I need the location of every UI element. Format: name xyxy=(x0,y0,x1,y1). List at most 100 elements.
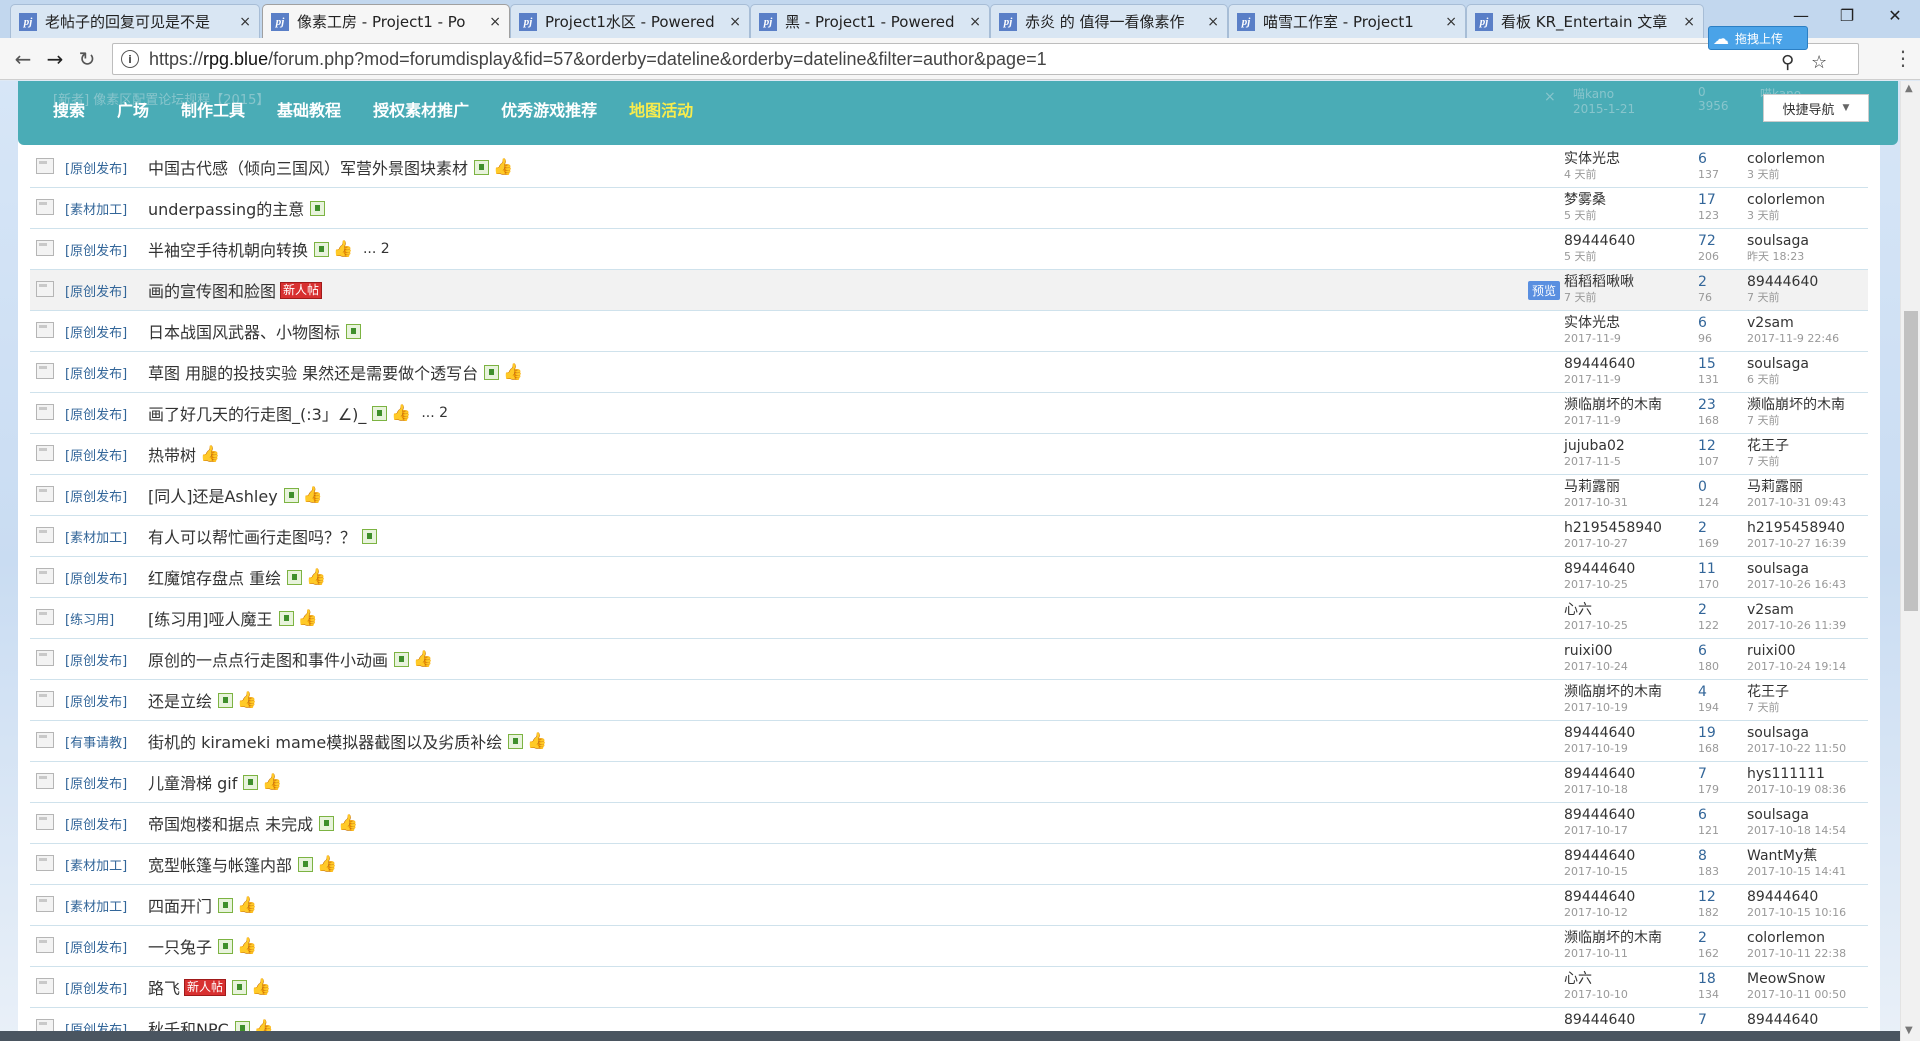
last-reply-date-link[interactable]: 2017-10-11 22:38 xyxy=(1747,947,1887,961)
last-reply-date-link[interactable]: 2017-10-11 00:50 xyxy=(1747,988,1887,1002)
thread-title-link[interactable]: 热带树 xyxy=(148,442,196,466)
browser-tab[interactable]: pj 赤炎 的 值得一看像素作 × xyxy=(990,4,1228,38)
browser-tab[interactable]: pj Project1水区 - Powered × xyxy=(510,4,750,38)
thread-title-link[interactable]: 街机的 kirameki mame模拟器截图以及劣质补绘 xyxy=(148,729,502,753)
thread-row[interactable]: [素材加工] underpassing的主意 梦雾桑 5 天前 17 123 colorle… xyxy=(30,188,1868,229)
close-tab-icon[interactable]: × xyxy=(489,14,501,30)
thread-row[interactable]: [原创发布] 画的宣传图和脸图 新人帖 预览 稻稻稻啾啾 7 天前 2 76 89444640 7… xyxy=(30,270,1868,311)
reply-count-link[interactable]: 15 xyxy=(1698,355,1748,373)
last-reply-author-link[interactable]: soulsaga xyxy=(1747,724,1887,742)
reply-count-link[interactable]: 23 xyxy=(1698,396,1748,414)
close-tab-icon[interactable]: × xyxy=(969,14,981,30)
author-name-link[interactable]: 89444640 xyxy=(1564,888,1704,906)
last-reply-author-link[interactable]: 89444640 xyxy=(1747,888,1887,906)
upload-badge[interactable]: ☁ 拖拽上传 xyxy=(1708,26,1808,50)
thread-title-link[interactable]: 画了好几天的行走图_(:3」∠)_ xyxy=(148,401,366,425)
thread-row[interactable]: [原创发布] 原创的一点点行走图和事件小动画 👍 ruixi00 2017-10-24 6… xyxy=(30,639,1868,680)
url-text[interactable]: https://rpg.blue/forum.php?mod=forumdisp… xyxy=(149,49,1047,70)
author-name-link[interactable]: ruixi00 xyxy=(1564,642,1704,660)
browser-menu-icon[interactable]: ⋮ xyxy=(1893,46,1913,70)
nav-item[interactable]: 制作工具 xyxy=(181,97,245,121)
author-name-link[interactable]: 实体光忠 xyxy=(1564,314,1704,332)
last-reply-author-link[interactable]: v2sam xyxy=(1747,601,1887,619)
reload-icon[interactable]: ↻ xyxy=(74,46,100,72)
folder-icon[interactable] xyxy=(36,281,54,297)
last-reply-author-link[interactable]: soulsaga xyxy=(1747,355,1887,373)
thread-row[interactable]: [素材加工] 有人可以帮忙画行走图吗？？ h2195458940 2017-10-27… xyxy=(30,516,1868,557)
author-name-link[interactable]: 心六 xyxy=(1564,601,1704,619)
back-arrow-icon[interactable]: ← xyxy=(10,46,36,72)
thread-title-link[interactable]: 宽型帐篷与帐篷内部 xyxy=(148,852,292,876)
last-reply-author-link[interactable]: 花王子 xyxy=(1747,437,1887,455)
thread-category-link[interactable]: [原创发布] xyxy=(65,650,127,669)
last-reply-date-link[interactable]: 7 天前 xyxy=(1747,701,1887,715)
thread-title-link[interactable]: 日本战国风武器、小物图标 xyxy=(148,319,340,343)
thread-title-link[interactable]: underpassing的主意 xyxy=(148,196,304,220)
reply-count-link[interactable]: 4 xyxy=(1698,683,1748,701)
thread-row[interactable]: [原创发布] 中国古代感（倾向三国风）军营外景图块素材 👍 实体光忠 4 天前 6 137 c… xyxy=(30,147,1868,188)
author-name-link[interactable]: 89444640 xyxy=(1564,724,1704,742)
author-name-link[interactable]: 濒临崩坏的木南 xyxy=(1564,929,1704,947)
folder-icon[interactable] xyxy=(36,568,54,584)
thread-row[interactable]: [素材加工] 宽型帐篷与帐篷内部 👍 89444640 2017-10-15 8 183 Wa… xyxy=(30,844,1868,885)
last-reply-date-link[interactable]: 7 天前 xyxy=(1747,414,1887,428)
last-reply-date-link[interactable]: 2017-10-19 08:36 xyxy=(1747,783,1887,797)
author-name-link[interactable]: 89444640 xyxy=(1564,1011,1704,1029)
last-reply-date-link[interactable]: 3 天前 xyxy=(1747,168,1887,182)
thread-title-link[interactable]: 一只兔子 xyxy=(148,934,212,958)
thread-category-link[interactable]: [原创发布] xyxy=(65,978,127,997)
last-reply-date-link[interactable]: 2017-10-26 16:43 xyxy=(1747,578,1887,592)
author-name-link[interactable]: 89444640 xyxy=(1564,806,1704,824)
thread-title-link[interactable]: 四面开门 xyxy=(148,893,212,917)
folder-icon[interactable] xyxy=(36,322,54,338)
reply-count-link[interactable]: 7 xyxy=(1698,1011,1748,1029)
scrollbar-thumb[interactable] xyxy=(1904,311,1918,611)
thread-row[interactable]: [原创发布] 还是立绘 👍 濒临崩坏的木南 2017-10-19 4 194 花王子 7 天前 xyxy=(30,680,1868,721)
maximize-button[interactable]: ❐ xyxy=(1824,0,1870,30)
thread-row[interactable]: [原创发布] 画了好几天的行走图_(:3」∠)_ 👍 ... 2 濒临崩坏的木南 2017… xyxy=(30,393,1868,434)
folder-icon[interactable] xyxy=(36,609,54,625)
last-reply-date-link[interactable]: 2017-10-18 14:54 xyxy=(1747,824,1887,838)
author-name-link[interactable]: h2195458940 xyxy=(1564,519,1704,537)
thread-row[interactable]: [原创发布] 一只兔子 👍 濒临崩坏的木南 2017-10-11 2 162 colorlem… xyxy=(30,926,1868,967)
folder-icon[interactable] xyxy=(36,978,54,994)
nav-item[interactable]: 搜索 xyxy=(53,97,85,121)
thread-row[interactable]: [原创发布] 日本战国风武器、小物图标 实体光忠 2017-11-9 6 96 v2sam 2… xyxy=(30,311,1868,352)
reply-count-link[interactable]: 7 xyxy=(1698,765,1748,783)
thread-row[interactable]: [原创发布] 红魔馆存盘点 重绘 👍 89444640 2017-10-25 11 170 s… xyxy=(30,557,1868,598)
author-name-link[interactable]: 梦雾桑 xyxy=(1564,191,1704,209)
thread-category-link[interactable]: [练习用] xyxy=(65,609,114,628)
last-reply-date-link[interactable]: 2017-11-9 22:46 xyxy=(1747,332,1887,346)
author-name-link[interactable]: 实体光忠 xyxy=(1564,150,1704,168)
browser-tab[interactable]: pj 看板 KR_Entertain 文章 × xyxy=(1466,4,1704,38)
thread-category-link[interactable]: [素材加工] xyxy=(65,855,127,874)
thread-title-link[interactable]: 路飞 xyxy=(148,975,180,999)
last-reply-date-link[interactable]: 2017-10-24 19:14 xyxy=(1747,660,1887,674)
folder-icon[interactable] xyxy=(36,527,54,543)
folder-icon[interactable] xyxy=(36,363,54,379)
reply-count-link[interactable]: 17 xyxy=(1698,191,1748,209)
last-reply-date-link[interactable]: 2017-10-15 10:16 xyxy=(1747,906,1887,920)
folder-icon[interactable] xyxy=(36,240,54,256)
last-reply-author-link[interactable]: v2sam xyxy=(1747,314,1887,332)
author-name-link[interactable]: 濒临崩坏的木南 xyxy=(1564,396,1704,414)
last-reply-author-link[interactable]: ruixi00 xyxy=(1747,642,1887,660)
thread-category-link[interactable]: [原创发布] xyxy=(65,240,127,259)
folder-icon[interactable] xyxy=(36,486,54,502)
thread-category-link[interactable]: [原创发布] xyxy=(65,568,127,587)
last-reply-author-link[interactable]: 89444640 xyxy=(1747,1011,1887,1029)
thread-pages-link[interactable]: ... 2 xyxy=(363,241,390,257)
nav-item[interactable]: 广场 xyxy=(117,97,149,121)
close-tab-icon[interactable]: × xyxy=(1207,14,1219,30)
browser-tab[interactable]: pj 喵雪工作室 - Project1 × xyxy=(1228,4,1466,38)
author-name-link[interactable]: 89444640 xyxy=(1564,355,1704,373)
folder-icon[interactable] xyxy=(36,445,54,461)
reply-count-link[interactable]: 18 xyxy=(1698,970,1748,988)
reply-count-link[interactable]: 12 xyxy=(1698,888,1748,906)
last-reply-author-link[interactable]: soulsaga xyxy=(1747,806,1887,824)
folder-icon[interactable] xyxy=(36,199,54,215)
folder-icon[interactable] xyxy=(36,404,54,420)
thread-row[interactable]: [原创发布] 半袖空手待机朝向转换 👍... 2 89444640 5 天前 72 206 s… xyxy=(30,229,1868,270)
thread-title-link[interactable]: 半袖空手待机朝向转换 xyxy=(148,237,308,261)
last-reply-author-link[interactable]: colorlemon xyxy=(1747,191,1887,209)
